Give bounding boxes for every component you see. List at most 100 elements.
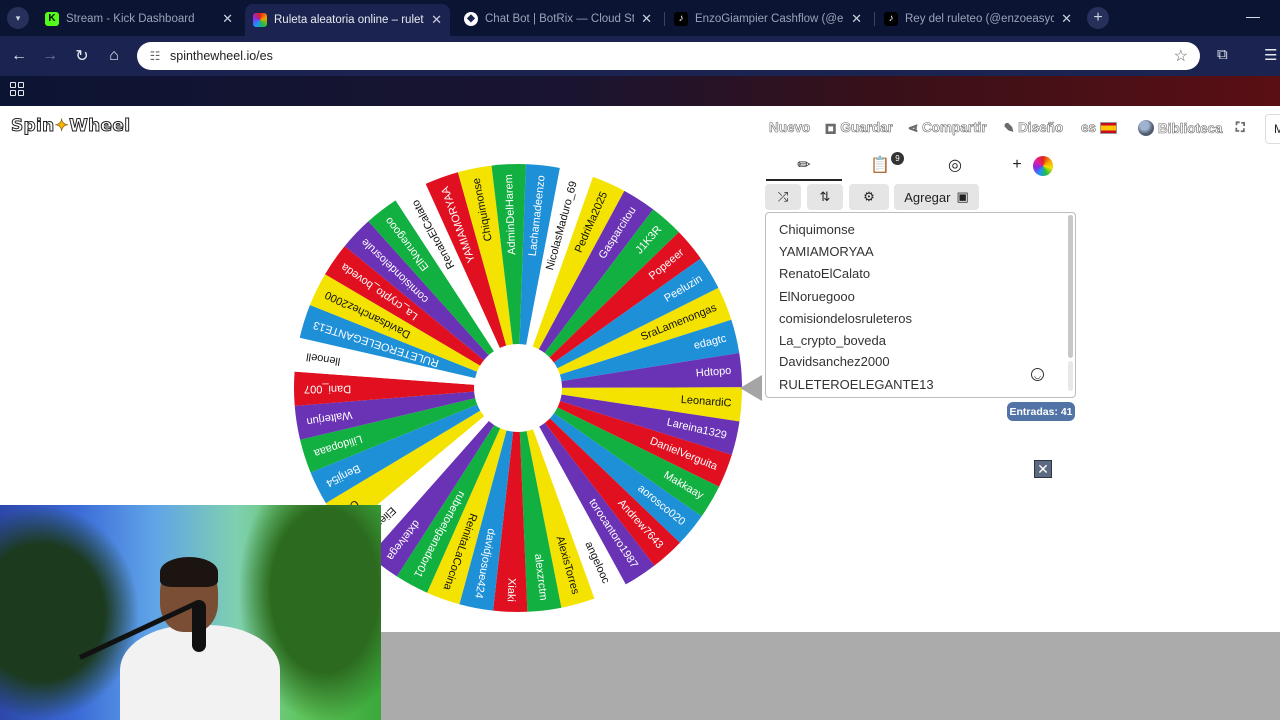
minimize-icon[interactable]: — xyxy=(1246,8,1260,24)
scrollbar-thumb[interactable] xyxy=(1068,215,1073,358)
tab-tiktok-rey[interactable]: ♪ Rey del ruleteo (@enzoeasycas ✕ xyxy=(876,6,1080,31)
side-menu-label: M xyxy=(1274,122,1280,136)
close-icon[interactable]: ✕ xyxy=(641,11,652,27)
emoji-icon[interactable]: ◡ xyxy=(1031,368,1044,381)
back-icon[interactable]: ← xyxy=(9,46,29,66)
tab-tiktok-cashflow[interactable]: ♪ EnzoGiampier Cashflow (@enz ✕ xyxy=(666,6,870,31)
fullscreen-icon[interactable]: ⛶ xyxy=(1236,120,1245,135)
forward-icon[interactable]: → xyxy=(40,46,60,66)
tab-edit[interactable]: ✏ xyxy=(766,151,842,179)
menu-design-label: Diseño xyxy=(1018,120,1064,136)
entry-line: Chiquimonse xyxy=(779,222,855,237)
tab-separator xyxy=(664,12,665,26)
pencil-icon: ✎ xyxy=(1004,120,1015,135)
tab-hide[interactable]: ◎ xyxy=(930,151,980,179)
entries-textarea[interactable]: Chiquimonse YAMIAMORYAA RenatoElCalato E… xyxy=(765,212,1076,398)
webcam-overlay xyxy=(0,505,381,720)
tab-separator xyxy=(874,12,875,26)
person-hair xyxy=(160,557,218,587)
menu-language-label: es xyxy=(1081,120,1097,136)
microphone xyxy=(192,600,206,652)
menu-new-label: Nuevo xyxy=(769,120,811,136)
image-icon: ▣ xyxy=(956,189,969,204)
globe-icon xyxy=(1138,120,1154,136)
extensions-icon[interactable]: ⧉ xyxy=(1217,46,1228,63)
sort-icon: ⇅ xyxy=(819,189,831,204)
tiktok-icon: ♪ xyxy=(884,11,898,26)
wheel-pointer xyxy=(740,375,762,401)
wheel-slice-label: Dani_007 xyxy=(304,383,351,395)
logo-spinner-icon: ✦ xyxy=(54,116,70,137)
bookmarks-bar xyxy=(0,76,1280,106)
logo-text-spin: Spin xyxy=(11,116,55,137)
menu-new[interactable]: Nuevo xyxy=(769,120,811,136)
reload-icon[interactable]: ↻ xyxy=(72,46,92,66)
sort-button[interactable]: ⇅ xyxy=(807,184,843,210)
entries-count-badge: Entradas: 41 xyxy=(1007,402,1075,421)
shuffle-button[interactable]: ⤮ xyxy=(765,184,801,210)
settings-button[interactable]: ⚙ xyxy=(849,184,889,210)
close-icon[interactable]: ✕ xyxy=(1061,11,1072,27)
address-bar[interactable]: ☷ spinthewheel.io/es ☆ xyxy=(137,42,1200,70)
color-palette-icon[interactable] xyxy=(1033,156,1053,176)
add-label: Agregar xyxy=(904,189,951,205)
wheel-center[interactable] xyxy=(474,344,562,432)
tab-botrix[interactable]: ◆ Chat Bot | BotRix — Cloud Stre ✕ xyxy=(456,6,660,31)
entry-line: comisiondelosruleteros xyxy=(779,311,912,326)
menu-library[interactable]: Biblioteca xyxy=(1138,120,1223,136)
entry-line: RenatoElCalato xyxy=(779,266,871,281)
gear-icon: ⚙ xyxy=(863,189,875,204)
menu-share-label: Compartir xyxy=(922,120,987,136)
menu-save-label: Guardar xyxy=(840,120,893,136)
close-icon[interactable]: ✕ xyxy=(851,11,862,27)
menu-language[interactable]: es xyxy=(1081,120,1118,136)
sidepanel-icon[interactable]: ☰ xyxy=(1264,46,1277,64)
clipboard-icon: 📋 xyxy=(870,157,890,174)
menu-library-label: Biblioteca xyxy=(1158,120,1223,136)
close-icon[interactable]: ✕ xyxy=(222,11,233,27)
tab-search-icon[interactable]: ▾ xyxy=(7,7,29,29)
add-color-button[interactable]: + xyxy=(1007,151,1027,179)
share-icon: ⋖ xyxy=(908,120,919,135)
tab-title: Stream - Kick Dashboard xyxy=(66,12,195,25)
apps-grid-icon[interactable] xyxy=(10,82,24,96)
wheel-slice-label: Xiaki xyxy=(505,578,518,602)
bookmark-star-icon[interactable]: ☆ xyxy=(1174,46,1188,66)
plant-left xyxy=(0,505,140,720)
entry-line: ElNoruegooo xyxy=(779,289,855,304)
menu-save[interactable]: ▣ Guardar xyxy=(825,120,893,136)
tab-spinthewheel[interactable]: Ruleta aleatoria online – ruleta ✕ xyxy=(245,4,450,36)
entry-line: RULETEROELEGANTE13 xyxy=(779,377,934,392)
close-icon[interactable]: ✕ xyxy=(431,12,442,28)
add-image-button[interactable]: Agregar ▣ xyxy=(894,184,979,210)
menu-design[interactable]: ✎ Diseño xyxy=(1004,120,1064,136)
spain-flag-icon xyxy=(1100,121,1118,134)
new-tab-button[interactable]: + xyxy=(1087,7,1109,29)
tiktok-icon: ♪ xyxy=(674,11,688,26)
pencil-icon: ✏ xyxy=(797,157,811,174)
site-settings-icon[interactable]: ☷ xyxy=(147,48,163,64)
tab-title: Chat Bot | BotRix — Cloud Stre xyxy=(485,12,635,25)
plus-icon: + xyxy=(1012,156,1022,173)
eye-slash-icon: ◎ xyxy=(948,157,962,174)
entry-line: Davidsanchez2000 xyxy=(779,354,890,369)
close-icon[interactable]: ✕ xyxy=(1034,460,1052,478)
logo-text-wheel: Wheel xyxy=(69,116,131,137)
side-menu-button[interactable]: M xyxy=(1265,114,1280,144)
menu-share[interactable]: ⋖ Compartir xyxy=(908,120,987,136)
tab-title: Ruleta aleatoria online – ruleta xyxy=(274,14,425,26)
kick-icon: K xyxy=(45,11,59,26)
entry-line: YAMIAMORYAA xyxy=(779,244,874,259)
scrollbar-track[interactable] xyxy=(1068,361,1073,391)
tab-kick-dashboard[interactable]: K Stream - Kick Dashboard ✕ xyxy=(37,6,241,31)
shuffle-icon: ⤮ xyxy=(777,189,789,204)
spinthewheel-icon xyxy=(253,13,267,27)
page-footer-area xyxy=(381,632,1280,720)
tab-title: Rey del ruleteo (@enzoeasycas xyxy=(905,12,1055,25)
save-icon: ▣ xyxy=(825,120,837,135)
entry-line: La_crypto_boveda xyxy=(779,333,886,348)
home-icon[interactable]: ⌂ xyxy=(104,46,124,66)
results-count-badge: 9 xyxy=(891,152,904,165)
tab-title: EnzoGiampier Cashflow (@enz xyxy=(695,12,845,25)
site-logo[interactable]: Spin✦Wheel xyxy=(11,116,131,137)
